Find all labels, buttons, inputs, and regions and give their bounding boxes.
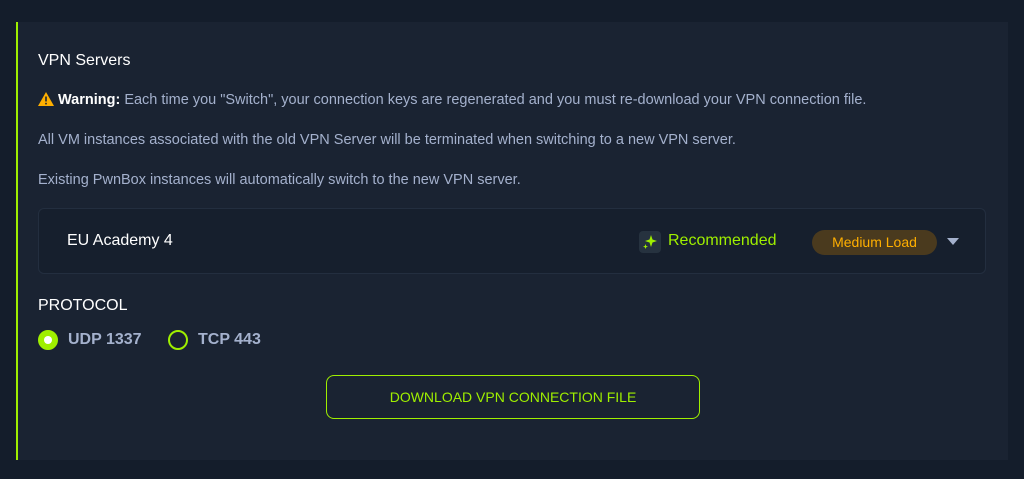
load-status-badge: Medium Load [812,230,937,255]
warning-label: Warning: [58,92,121,108]
download-vpn-file-button[interactable]: DOWNLOAD VPN CONNECTION FILE [326,375,700,419]
warning-icon [38,92,54,106]
protocol-option-label: TCP 443 [198,331,261,348]
panel-title: VPN Servers [38,52,131,69]
info-line-termination: All VM instances associated with the old… [38,132,736,148]
protocol-option-udp[interactable]: UDP 1337 [38,330,142,350]
radio-unselected-icon[interactable] [168,330,188,350]
protocol-option-label: UDP 1337 [68,331,142,348]
chevron-down-icon[interactable] [947,238,959,245]
warning-message: Warning: Each time you "Switch", your co… [38,92,866,108]
warning-text: Each time you "Switch", your connection … [120,92,867,108]
info-line-pwnbox: Existing PwnBox instances will automatic… [38,172,521,188]
protocol-option-tcp[interactable]: TCP 443 [168,330,261,350]
radio-selected-icon[interactable] [38,330,58,350]
vpn-servers-panel: VPN Servers Warning: Each time you "Swit… [16,22,1008,460]
protocol-heading: PROTOCOL [38,297,128,314]
server-select-dropdown[interactable]: EU Academy 4 Recommended Medium Load [38,208,986,274]
recommended-label: Recommended [668,232,777,249]
sparkle-icon [639,231,661,253]
server-name: EU Academy 4 [67,232,173,249]
